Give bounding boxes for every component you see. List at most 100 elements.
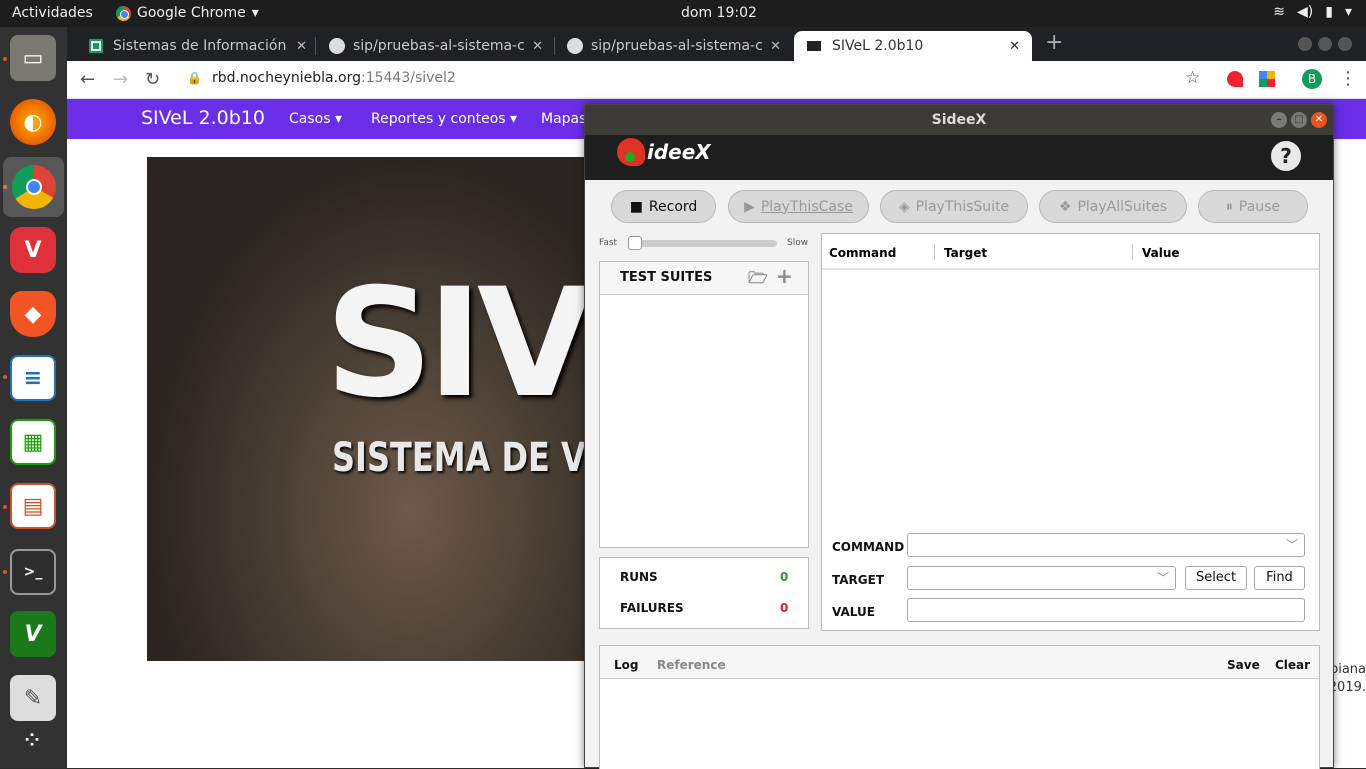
github-icon — [329, 38, 345, 54]
clock[interactable]: dom 19:02 — [681, 5, 757, 21]
app-menu[interactable]: Google Chrome ▾ — [116, 5, 259, 21]
battery-icon: ▮ — [1325, 4, 1333, 20]
site-brand[interactable]: SIVeL 2.0b10 — [141, 107, 265, 129]
forward-icon[interactable]: → — [113, 69, 128, 90]
tab-title: Sistemas de Información de — [113, 38, 288, 54]
test-suites-panel: TEST SUITES 🗁 + — [599, 261, 809, 548]
hero-big-text: SIV — [325, 257, 587, 431]
play-this-case-button[interactable]: ▶ PlayThisCase — [728, 190, 869, 223]
back-icon[interactable]: ← — [80, 69, 95, 90]
logo-text: ideeX — [647, 140, 711, 164]
failures-label: FAILURES — [620, 601, 684, 615]
chrome-icon[interactable] — [3, 157, 64, 217]
kebab-menu-icon[interactable]: ⋮ — [1339, 68, 1357, 89]
target-label: TARGET — [832, 573, 885, 587]
value-input[interactable] — [907, 598, 1305, 622]
sideex-titlebar[interactable]: SideeX – □ ✕ — [585, 105, 1333, 135]
sideex-extension-icon[interactable] — [1227, 71, 1243, 87]
minimize-button[interactable] — [1298, 37, 1312, 51]
close-window-button[interactable] — [1338, 37, 1352, 51]
tab-log[interactable]: Log — [614, 658, 638, 672]
brave-icon[interactable]: ◆ — [10, 291, 56, 337]
tab-sip-2[interactable]: sip/pruebas-al-sistema-co ✕ — [555, 31, 793, 61]
hero-subtitle: SISTEMA DE VIO — [332, 435, 587, 481]
notes-icon[interactable]: ✎ — [10, 675, 56, 721]
speed-knob[interactable] — [628, 236, 642, 250]
firefox-icon[interactable]: ◐ — [10, 99, 56, 145]
activities-button[interactable]: Actividades — [12, 5, 93, 21]
failures-value: 0 — [780, 601, 789, 615]
toolbar: ← → ↻ 🔒 rbd.nocheyniebla.org:15443/sivel… — [67, 61, 1366, 99]
vivaldi-icon[interactable]: V — [10, 227, 56, 273]
record-button[interactable]: ■ Record — [611, 190, 716, 223]
folder-open-icon[interactable]: 🗁 — [748, 267, 768, 294]
apps-grid-icon[interactable]: ⁘ — [10, 717, 56, 763]
play-icon: ▶ — [744, 198, 755, 215]
play-all-suites-button[interactable]: ❖ PlayAllSuites — [1039, 190, 1187, 223]
new-tab-button[interactable]: + — [1045, 30, 1063, 55]
maximize-button[interactable]: □ — [1291, 112, 1307, 128]
tab-sivel[interactable]: SIVeL 2.0b10 ✕ — [794, 31, 1032, 61]
impress-icon[interactable]: ▤ — [10, 483, 56, 529]
find-button[interactable]: Find — [1254, 566, 1305, 590]
pause-label: Pause — [1238, 198, 1281, 215]
close-button[interactable]: ✕ — [1311, 112, 1327, 128]
play-this-suite-button[interactable]: ◈ PlayThisSuite — [880, 190, 1028, 223]
nav-reportes[interactable]: Reportes y conteos ▾ — [371, 111, 517, 127]
profile-avatar[interactable]: B — [1302, 69, 1322, 89]
add-icon[interactable]: + — [776, 264, 793, 288]
lock-icon: 🔒 — [187, 71, 202, 85]
close-icon[interactable]: ✕ — [532, 39, 543, 54]
speed-slider[interactable]: Fast Slow — [599, 235, 811, 251]
tab-reference[interactable]: Reference — [657, 658, 726, 672]
close-icon[interactable]: ✕ — [1009, 39, 1020, 54]
address-bar[interactable]: 🔒 rbd.nocheyniebla.org:15443/sivel2 — [187, 70, 456, 86]
help-icon[interactable]: ? — [1271, 141, 1301, 171]
tab-sistemas[interactable]: Sistemas de Información de ✕ — [77, 31, 319, 61]
tab-title: SIVeL 2.0b10 — [832, 38, 924, 54]
files-icon[interactable]: ▭ — [10, 35, 56, 81]
calc-icon[interactable]: ▦ — [10, 419, 56, 465]
command-select[interactable]: ﹀ — [907, 533, 1305, 557]
system-menu[interactable]: ≋ ◀) ▮ ▾ — [1273, 4, 1352, 20]
nav-mapas[interactable]: Mapas — [541, 111, 586, 127]
log-header: Log Reference Save Clear — [600, 646, 1319, 679]
close-icon[interactable]: ✕ — [296, 39, 307, 54]
hero-image: SIV SISTEMA DE VIO — [147, 157, 587, 661]
tab-sip-1[interactable]: sip/pruebas-al-sistema-co ✕ — [317, 31, 555, 61]
nav-casos[interactable]: Casos ▾ — [289, 111, 342, 127]
clear-log-button[interactable]: Clear — [1275, 658, 1310, 672]
terminal-icon[interactable]: >_ — [10, 549, 56, 595]
github-icon — [567, 38, 583, 54]
window-controls — [1298, 37, 1352, 51]
col-target: Target — [944, 246, 988, 260]
bookmark-star-icon[interactable]: ☆ — [1185, 68, 1200, 88]
sideex-header: ideeX ? — [585, 135, 1333, 180]
pause-button[interactable]: ⏸ Pause — [1198, 190, 1308, 223]
cube-icon: ◈ — [898, 198, 910, 215]
chevron-down-icon: ▾ — [1344, 4, 1352, 20]
footer-line-2: 2019. — [1328, 680, 1366, 695]
test-suites-title: TEST SUITES — [620, 270, 713, 285]
color-extension-icon[interactable] — [1259, 71, 1275, 87]
gnome-top-bar: Actividades Google Chrome ▾ dom 19:02 ≋ … — [0, 0, 1366, 27]
command-label: COMMAND — [832, 540, 905, 554]
command-table-panel: Command Target Value — [821, 233, 1320, 532]
writer-icon[interactable]: ≡ — [10, 355, 56, 401]
value-label: VALUE — [832, 605, 875, 619]
speed-slow-label: Slow — [787, 238, 809, 248]
minimize-button[interactable]: – — [1271, 112, 1287, 128]
runs-value: 0 — [780, 570, 789, 584]
pause-icon: ⏸ — [1225, 198, 1233, 215]
reload-icon[interactable]: ↻ — [145, 69, 160, 90]
speed-track[interactable] — [629, 240, 777, 247]
target-select[interactable]: ﹀ — [907, 566, 1176, 590]
tab-title: sip/pruebas-al-sistema-co — [591, 38, 763, 54]
select-button[interactable]: Select — [1185, 566, 1247, 590]
chrome-icon — [116, 5, 131, 21]
close-icon[interactable]: ✕ — [770, 39, 781, 54]
vim-icon[interactable]: V — [10, 611, 56, 657]
maximize-button[interactable] — [1318, 37, 1332, 51]
save-log-button[interactable]: Save — [1227, 658, 1260, 672]
footer-text: biana 2019. — [1329, 661, 1366, 697]
